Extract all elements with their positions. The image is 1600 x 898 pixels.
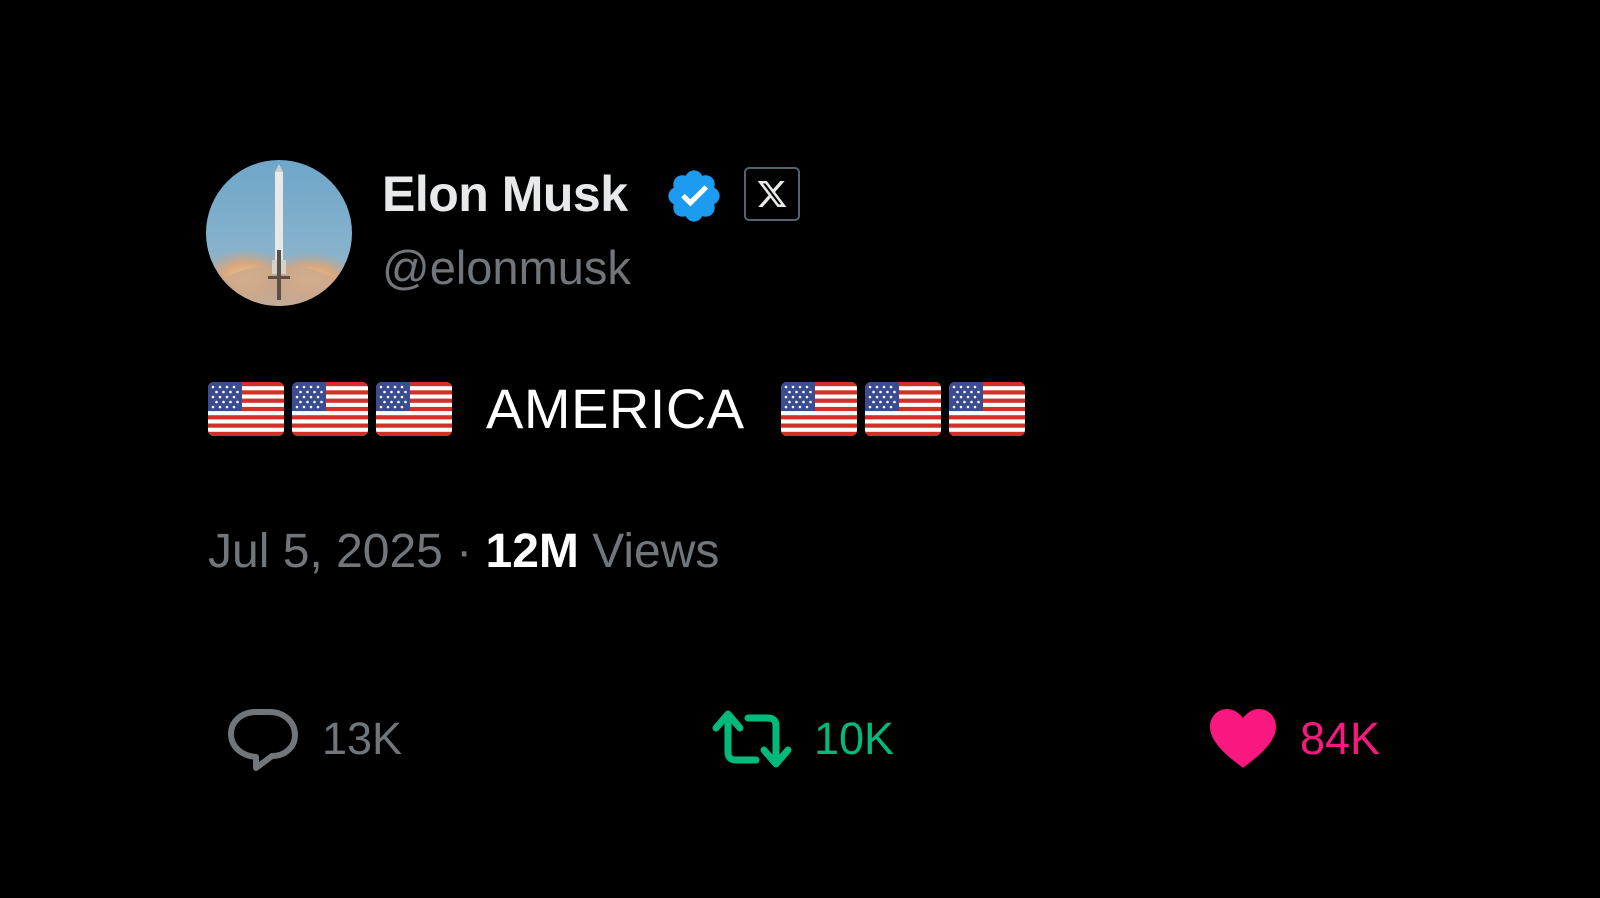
avatar[interactable] [206, 160, 352, 306]
tweet-date[interactable]: Jul 5, 2025 [208, 525, 443, 578]
us-flag-icon [948, 382, 1025, 436]
us-flag-icon [376, 382, 452, 436]
display-name[interactable]: Elon Musk [382, 164, 628, 224]
user-handle[interactable]: @elonmusk [382, 240, 631, 296]
tweet-meta: Jul 5, 2025 · 12M Views [208, 522, 719, 582]
tweet-body-text: AMERICA [486, 377, 745, 440]
like-count: 84K [1300, 713, 1381, 764]
views-label: Views [578, 525, 720, 578]
tweet-text: AMERICA [208, 380, 1033, 438]
retweet-icon [712, 710, 792, 768]
comment-bubble-icon [228, 709, 298, 771]
us-flag-icon [864, 382, 941, 436]
us-flag-icon [780, 382, 857, 436]
retweet-count: 10K [814, 713, 895, 764]
heart-icon [1210, 709, 1276, 768]
us-flag-icon [292, 382, 368, 436]
reply-button[interactable]: 13K [226, 706, 402, 772]
tweet-card: Elon Musk @elonmusk AMERICA Jul 5, 2025 … [0, 0, 1600, 898]
verified-check-icon[interactable] [664, 166, 724, 226]
rocket-launch-avatar-icon [206, 160, 352, 306]
like-button[interactable]: 84K [1208, 706, 1380, 772]
views-count: 12M [485, 525, 579, 578]
us-flag-icon [208, 382, 284, 436]
meta-separator: · [442, 525, 486, 578]
reply-count: 13K [322, 713, 403, 764]
x-logo-icon[interactable] [744, 167, 800, 221]
retweet-button[interactable]: 10K [712, 706, 894, 772]
